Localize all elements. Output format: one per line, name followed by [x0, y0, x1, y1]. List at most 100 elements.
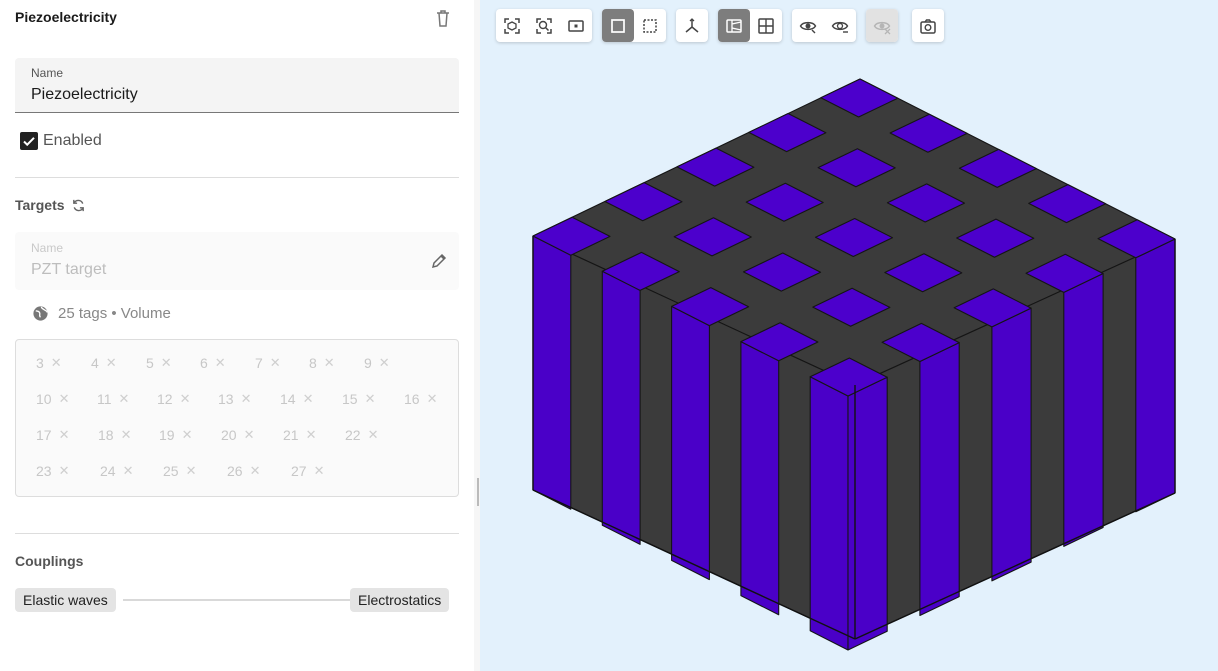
coupling-to-chip[interactable]: Electrostatics — [350, 588, 450, 612]
clip-plane-icon[interactable] — [718, 9, 750, 42]
divider — [15, 177, 459, 178]
screenshot-icon[interactable] — [912, 9, 944, 42]
hide-icon[interactable] — [824, 9, 856, 42]
tag-chip[interactable]: 27 ✕ — [291, 463, 324, 479]
pillar-side-left — [740, 341, 780, 616]
3d-viewport[interactable] — [480, 0, 1218, 671]
grid-icon[interactable] — [750, 9, 782, 42]
tag-remove-icon[interactable]: ✕ — [180, 391, 191, 407]
tag-remove-icon[interactable]: ✕ — [106, 355, 117, 371]
tag-chip[interactable]: 11 ✕ — [97, 391, 129, 407]
name-input[interactable] — [31, 86, 431, 104]
tag-remove-icon[interactable]: ✕ — [186, 463, 197, 479]
pillar-side-right — [847, 376, 888, 651]
zoom-fit-icon[interactable] — [528, 9, 560, 42]
trash-icon[interactable] — [434, 8, 452, 28]
tag-label: 26 — [227, 463, 243, 479]
tag-remove-icon[interactable]: ✕ — [121, 427, 132, 443]
tags-list: 3 ✕ 4 ✕ 5 ✕ 6 ✕ 7 ✕ 8 ✕ 9 ✕ 10 ✕ 11 ✕ 12 ✕ 13 ✕ 14 ✕ 15 ✕ 16 ✕ 17 ✕ 18… — [15, 339, 459, 497]
tag-remove-icon[interactable]: ✕ — [182, 427, 193, 443]
tag-chip[interactable]: 24 ✕ — [100, 463, 133, 479]
tag-label: 12 — [157, 391, 173, 407]
couplings-title: Couplings — [15, 553, 84, 569]
coupling-connector — [123, 599, 350, 601]
tag-remove-icon[interactable]: ✕ — [119, 391, 130, 407]
properties-panel: Piezoelectricity Name Enabled Targets Na… — [0, 0, 474, 671]
tag-remove-icon[interactable]: ✕ — [365, 391, 376, 407]
tag-remove-icon[interactable]: ✕ — [303, 391, 314, 407]
coupling-from-chip[interactable]: Elastic waves — [15, 588, 116, 612]
tag-chip[interactable]: 5 ✕ — [146, 355, 172, 371]
tag-label: 5 — [146, 355, 154, 371]
tag-chip[interactable]: 25 ✕ — [163, 463, 196, 479]
tag-chip[interactable]: 4 ✕ — [91, 355, 117, 371]
toolbar-render-group — [602, 9, 666, 42]
pillar-side-right — [1135, 238, 1176, 513]
wireframe-view-icon[interactable] — [634, 9, 666, 42]
tag-chip[interactable]: 22 ✕ — [345, 427, 378, 443]
tag-label: 11 — [97, 391, 112, 407]
name-field[interactable]: Name — [15, 58, 459, 113]
tag-remove-icon[interactable]: ✕ — [244, 427, 255, 443]
tag-chip[interactable]: 14 ✕ — [280, 391, 313, 407]
toolbar-showall-group — [866, 9, 898, 42]
tag-chip[interactable]: 12 ✕ — [157, 391, 190, 407]
tag-remove-icon[interactable]: ✕ — [123, 463, 134, 479]
tag-label: 13 — [218, 391, 234, 407]
axes-icon[interactable] — [676, 9, 708, 42]
tag-remove-icon[interactable]: ✕ — [427, 391, 438, 407]
tag-remove-icon[interactable]: ✕ — [250, 463, 261, 479]
tag-label: 19 — [159, 427, 175, 443]
refresh-icon[interactable] — [71, 198, 86, 213]
fit-all-icon[interactable] — [496, 9, 528, 42]
solid-view-icon[interactable] — [602, 9, 634, 42]
tag-label: 20 — [221, 427, 237, 443]
tag-chip[interactable]: 15 ✕ — [342, 391, 375, 407]
tag-remove-icon[interactable]: ✕ — [306, 427, 317, 443]
tag-chip[interactable]: 19 ✕ — [159, 427, 192, 443]
show-all-icon[interactable] — [866, 9, 898, 42]
tag-remove-icon[interactable]: ✕ — [270, 355, 281, 371]
target-name-label: Name — [31, 241, 64, 255]
tag-chip[interactable]: 13 ✕ — [218, 391, 251, 407]
tag-remove-icon[interactable]: ✕ — [215, 355, 226, 371]
tag-remove-icon[interactable]: ✕ — [51, 355, 62, 371]
tag-remove-icon[interactable]: ✕ — [368, 427, 379, 443]
tag-chip[interactable]: 10 ✕ — [36, 391, 69, 407]
tag-remove-icon[interactable]: ✕ — [161, 355, 172, 371]
tag-chip[interactable]: 26 ✕ — [227, 463, 260, 479]
enabled-checkbox[interactable] — [20, 132, 38, 150]
tag-chip[interactable]: 20 ✕ — [221, 427, 254, 443]
check-icon — [23, 137, 35, 147]
tag-chip[interactable]: 17 ✕ — [36, 427, 69, 443]
tag-label: 24 — [100, 463, 116, 479]
tag-chip[interactable]: 3 ✕ — [36, 355, 62, 371]
tag-label: 18 — [98, 427, 114, 443]
tag-remove-icon[interactable]: ✕ — [241, 391, 252, 407]
tag-chip[interactable]: 21 ✕ — [283, 427, 316, 443]
tag-remove-icon[interactable]: ✕ — [314, 463, 325, 479]
targets-title: Targets — [15, 197, 65, 213]
name-field-label: Name — [31, 66, 64, 80]
zoom-window-icon[interactable] — [560, 9, 592, 42]
tag-remove-icon[interactable]: ✕ — [379, 355, 390, 371]
tag-label: 3 — [36, 355, 44, 371]
tag-chip[interactable]: 16 ✕ — [404, 391, 437, 407]
3d-model[interactable] — [480, 0, 1218, 671]
tag-label: 6 — [200, 355, 208, 371]
tag-remove-icon[interactable]: ✕ — [59, 463, 70, 479]
tag-chip[interactable]: 23 ✕ — [36, 463, 69, 479]
tag-chip[interactable]: 6 ✕ — [200, 355, 226, 371]
tag-remove-icon[interactable]: ✕ — [59, 427, 70, 443]
pencil-icon[interactable] — [430, 252, 448, 270]
splitter-grip[interactable] — [477, 478, 479, 506]
tag-remove-icon[interactable]: ✕ — [324, 355, 335, 371]
tag-chip[interactable]: 18 ✕ — [98, 427, 131, 443]
tag-chip[interactable]: 7 ✕ — [255, 355, 281, 371]
pillar-side-left — [601, 270, 641, 545]
tag-remove-icon[interactable]: ✕ — [59, 391, 70, 407]
show-icon[interactable] — [792, 9, 824, 42]
tag-chip[interactable]: 8 ✕ — [309, 355, 335, 371]
tag-chip[interactable]: 9 ✕ — [364, 355, 390, 371]
divider — [15, 533, 459, 534]
